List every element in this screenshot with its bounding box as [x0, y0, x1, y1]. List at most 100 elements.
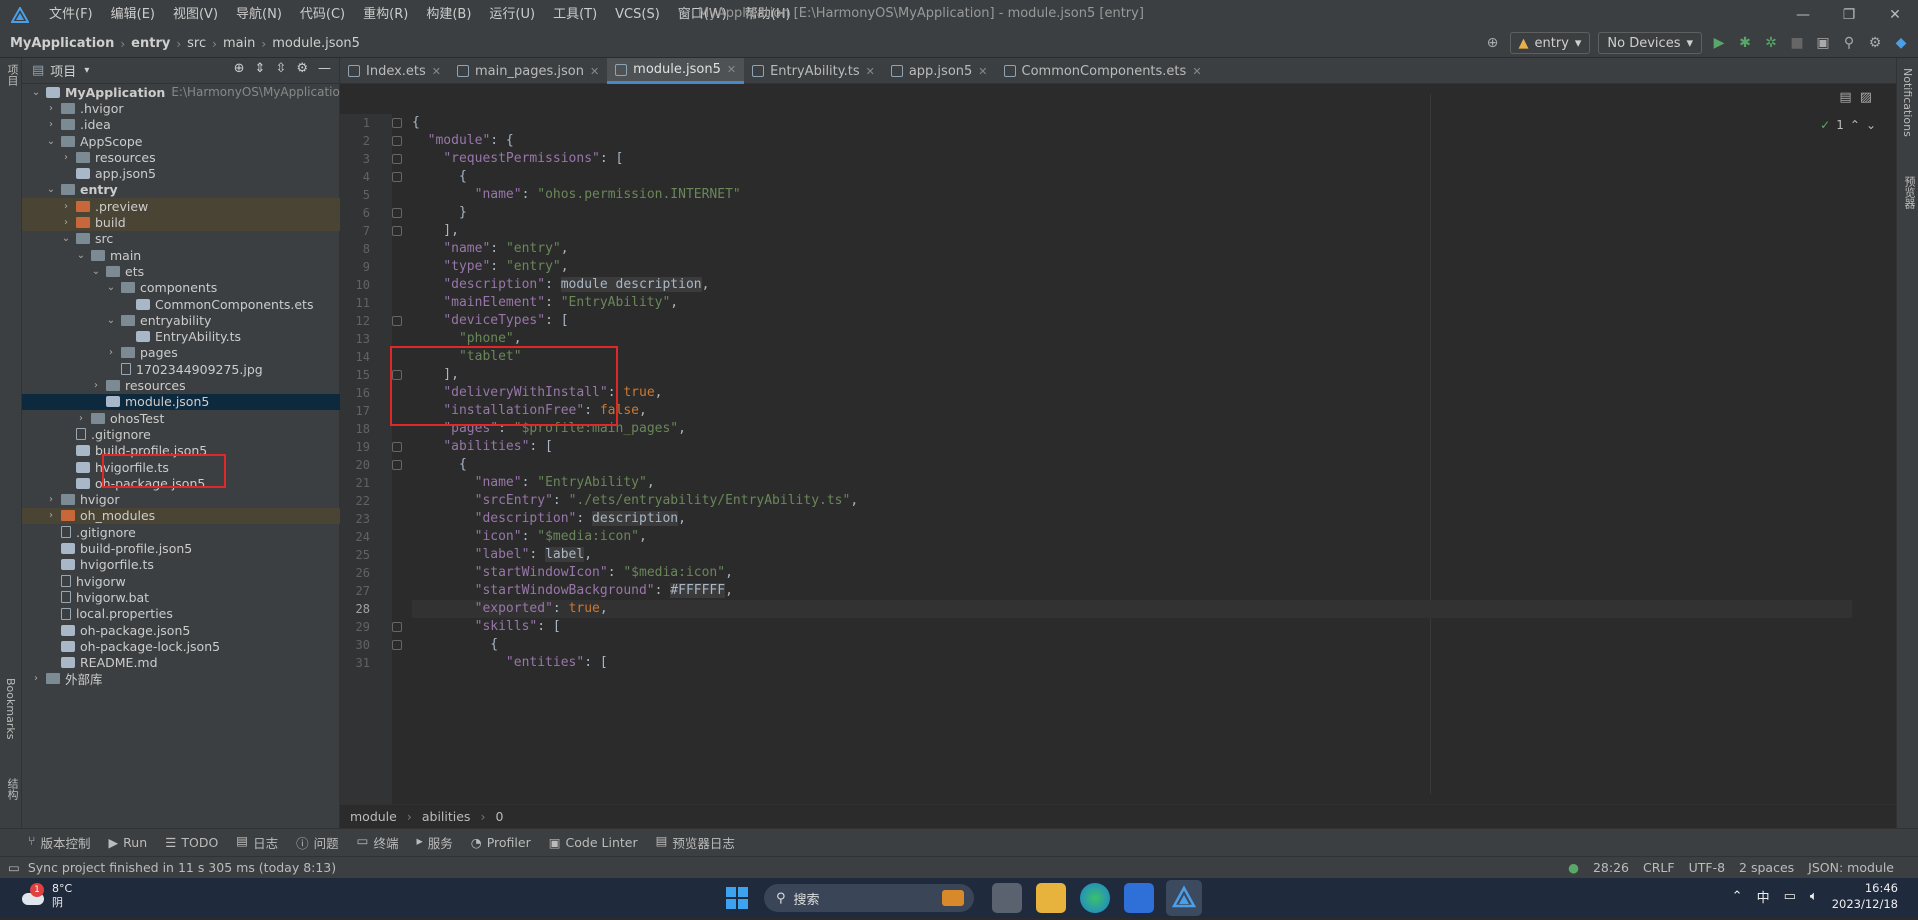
tree-item[interactable]: ⌄ AppScope	[22, 133, 340, 149]
breadcrumb-file[interactable]: module.json5	[272, 36, 360, 51]
tree-item[interactable]: README.md	[22, 655, 340, 671]
tree-item[interactable]: module.json5	[22, 393, 340, 410]
tree-item[interactable]: ⌄ entryability	[22, 312, 340, 328]
tree-item[interactable]: ⌄ entry	[22, 182, 340, 198]
editor-tab[interactable]: EntryAbility.ts ✕	[744, 58, 883, 84]
chevron-down-icon[interactable]: ⌄	[60, 233, 72, 244]
tree-item[interactable]: ⌄ src	[22, 231, 340, 247]
tree-item[interactable]: .gitignore	[22, 524, 340, 540]
chevron-down-icon[interactable]: ⌄	[105, 282, 117, 293]
chevron-down-icon[interactable]: ⌄	[30, 87, 42, 98]
deveco-studio-icon[interactable]	[1166, 880, 1202, 916]
fold-marker-icon[interactable]	[392, 442, 402, 452]
tool-window-button[interactable]: ▤ 日志	[236, 833, 278, 852]
menu-item-1[interactable]: 编辑(E)	[102, 0, 164, 30]
project-tool-button[interactable]: 项目	[4, 64, 20, 86]
menu-item-8[interactable]: 工具(T)	[544, 0, 606, 30]
tree-item[interactable]: ⌄ MyApplication E:\HarmonyOS\MyApplicatio	[22, 84, 340, 100]
chevron-right-icon[interactable]: ›	[30, 673, 42, 684]
volume-icon[interactable]: 🔈︎	[1810, 889, 1818, 904]
chevron-right-icon[interactable]: ›	[60, 201, 72, 212]
code-breadcrumb-module[interactable]: module	[350, 809, 397, 824]
previewer-tool-button[interactable]: 预览器	[1901, 176, 1917, 209]
caret-position[interactable]: 28:26	[1593, 857, 1629, 879]
status-message[interactable]: Sync project finished in 11 s 305 ms (to…	[28, 860, 336, 875]
editor-tab[interactable]: Index.ets ✕	[340, 58, 449, 84]
tool-window-button[interactable]: ⓘ 问题	[296, 833, 339, 852]
tree-item[interactable]: › pages	[22, 345, 340, 361]
breadcrumb-src[interactable]: src	[187, 36, 206, 51]
tree-item[interactable]: EntryAbility.ts	[22, 329, 340, 345]
run-icon[interactable]: ▶	[1710, 34, 1728, 52]
locate-file-icon[interactable]: ⊕	[234, 61, 245, 76]
menu-item-3[interactable]: 导航(N)	[227, 0, 291, 30]
tool-window-button[interactable]: ▶ Run	[109, 835, 148, 850]
tree-item[interactable]: › .idea	[22, 117, 340, 133]
device-select[interactable]: No Devices ▾	[1598, 32, 1702, 54]
json-schema[interactable]: JSON: module	[1808, 857, 1894, 879]
chevron-down-icon[interactable]: ⌄	[45, 184, 57, 195]
menu-item-0[interactable]: 文件(F)	[40, 0, 102, 30]
notifications-tool-button[interactable]: Notifications	[1901, 68, 1914, 137]
tool-window-button[interactable]: ▣ Code Linter	[549, 835, 638, 850]
image-preview-icon[interactable]: ▨	[1860, 90, 1872, 105]
tree-item[interactable]: ⌄ main	[22, 247, 340, 263]
close-tab-icon[interactable]: ✕	[866, 65, 875, 78]
debug-icon[interactable]: ✱	[1736, 34, 1754, 52]
close-tab-icon[interactable]: ✕	[1192, 65, 1201, 78]
tree-item[interactable]: build-profile.json5	[22, 540, 340, 556]
close-tab-icon[interactable]: ✕	[727, 63, 736, 76]
tree-item[interactable]: ⌄ components	[22, 280, 340, 296]
chevron-right-icon[interactable]: ›	[90, 380, 102, 391]
tree-item[interactable]: › ohosTest	[22, 410, 340, 426]
editor-tab[interactable]: module.json5 ✕	[607, 58, 745, 84]
fold-marker-icon[interactable]	[392, 136, 402, 146]
panel-settings-icon[interactable]: ⚙	[296, 61, 308, 76]
menu-item-5[interactable]: 重构(R)	[354, 0, 417, 30]
menu-item-9[interactable]: VCS(S)	[606, 0, 669, 30]
tree-item[interactable]: hvigorfile.ts	[22, 557, 340, 573]
chevron-down-icon[interactable]: ▾	[84, 65, 89, 76]
fold-marker-icon[interactable]	[392, 640, 402, 650]
chevron-right-icon[interactable]: ›	[45, 103, 57, 114]
tool-window-button[interactable]: ▤ 预览器日志	[656, 833, 735, 852]
windows-start-icon[interactable]	[722, 883, 752, 913]
fold-marker-icon[interactable]	[392, 172, 402, 182]
task-view-icon[interactable]	[992, 883, 1022, 913]
bookmarks-tool-button[interactable]: Bookmarks	[4, 678, 17, 739]
file-encoding[interactable]: UTF-8	[1689, 857, 1725, 879]
chevron-right-icon[interactable]: ›	[105, 347, 117, 358]
ime-indicator[interactable]: 中	[1757, 887, 1770, 906]
close-icon[interactable]: ✕	[1872, 0, 1918, 30]
expand-all-icon[interactable]: ⇕	[255, 61, 266, 76]
chevron-right-icon[interactable]: ›	[60, 152, 72, 163]
fold-marker-icon[interactable]	[392, 622, 402, 632]
breadcrumb-project[interactable]: MyApplication	[10, 36, 114, 51]
breadcrumb-entry[interactable]: entry	[131, 36, 170, 51]
fold-marker-icon[interactable]	[392, 316, 402, 326]
menu-item-2[interactable]: 视图(V)	[164, 0, 227, 30]
tree-item[interactable]: oh-package.json5	[22, 622, 340, 638]
breadcrumb-main[interactable]: main	[223, 36, 255, 51]
project-panel-title[interactable]: 项目	[50, 61, 76, 80]
tree-item[interactable]: › build	[22, 214, 340, 231]
collapse-all-icon[interactable]: ⇳	[275, 61, 286, 76]
minimize-icon[interactable]: —	[1780, 0, 1826, 30]
tool-window-button[interactable]: ⑂ 版本控制	[28, 833, 91, 852]
code-breadcrumb-abilities[interactable]: abilities	[422, 809, 471, 824]
restore-icon[interactable]: ❐	[1826, 0, 1872, 30]
close-tab-icon[interactable]: ✕	[432, 65, 441, 78]
tree-item[interactable]: hvigorw	[22, 573, 340, 589]
structure-tool-button[interactable]: 结构	[4, 778, 20, 800]
chevron-down-icon[interactable]: ⌄	[75, 250, 87, 261]
status-toggle-icon[interactable]: ▭	[8, 860, 20, 875]
fold-marker-icon[interactable]	[392, 118, 402, 128]
tool-window-button[interactable]: ▭ 终端	[357, 833, 399, 852]
tree-item[interactable]: 1702344909275.jpg	[22, 361, 340, 377]
tree-item[interactable]: hvigorw.bat	[22, 589, 340, 605]
edge-browser-icon[interactable]	[1080, 883, 1110, 913]
chevron-right-icon[interactable]: ›	[45, 494, 57, 505]
tree-item[interactable]: › oh_modules	[22, 507, 340, 525]
device-manager-icon[interactable]: ▣	[1814, 34, 1832, 52]
settings-icon[interactable]: ⚙	[1866, 34, 1884, 52]
